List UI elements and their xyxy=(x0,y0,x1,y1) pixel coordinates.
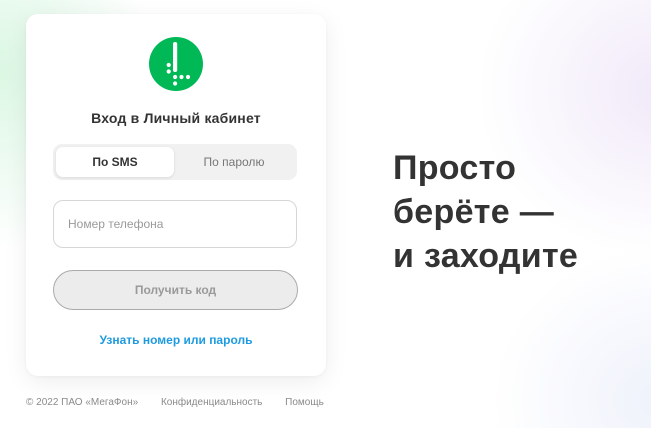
login-title: Вход в Личный кабинет xyxy=(91,110,261,126)
login-card: Вход в Личный кабинет По SMS По паролю П… xyxy=(26,14,326,376)
get-code-button[interactable]: Получить код xyxy=(53,270,298,310)
login-method-tabs: По SMS По паролю xyxy=(53,144,297,180)
tab-password[interactable]: По паролю xyxy=(174,147,294,177)
megafon-logo-icon xyxy=(149,37,203,91)
slogan-line: и заходите xyxy=(393,237,579,275)
slogan-heading: Просто берёте — и заходите xyxy=(393,146,643,278)
recover-number-or-password-link[interactable]: Узнать номер или пароль xyxy=(26,333,326,347)
phone-number-input[interactable] xyxy=(53,200,297,248)
privacy-link[interactable]: Конфиденциальность xyxy=(161,397,262,408)
help-link[interactable]: Помощь xyxy=(285,397,324,408)
copyright-text: © 2022 ПАО «МегаФон» xyxy=(26,397,139,408)
slogan-line: берёте — xyxy=(393,193,554,231)
footer: © 2022 ПАО «МегаФон» Конфиденциальность … xyxy=(26,397,324,408)
slogan-line: Просто xyxy=(393,149,517,187)
tab-sms[interactable]: По SMS xyxy=(56,147,174,177)
